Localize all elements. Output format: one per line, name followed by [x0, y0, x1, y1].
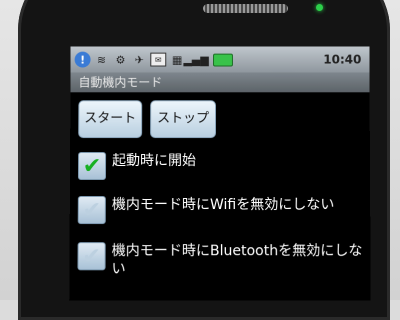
status-bar: ! ≋ ⚙ ✈ ✉ ▦ ▂▄▆ 10:40 — [70, 46, 370, 73]
option-start-on-boot[interactable]: ✔ 起動時に開始 — [77, 152, 362, 180]
signal-icon: ▂▄▆ — [183, 53, 209, 67]
app-title: 自動機内モード — [78, 75, 163, 90]
option-keep-bluetooth[interactable]: ✔ 機内モード時にBluetoothを無効にしない — [77, 242, 362, 278]
info-icon: ! — [74, 51, 91, 68]
start-button[interactable]: スタート — [78, 100, 143, 139]
wifi-icon: ≋ — [96, 53, 107, 67]
stop-button[interactable]: ストップ — [150, 100, 217, 139]
option-label: 起動時に開始 — [112, 153, 197, 170]
app-content: スタート ストップ ✔ 起動時に開始 ✔ 機内モード時にWifiを無効にしない … — [69, 92, 371, 301]
battery-icon — [213, 53, 233, 67]
earpiece-speaker — [203, 4, 288, 13]
usb-icon: ⚙ — [115, 53, 126, 67]
airplane-icon: ✈ — [134, 53, 144, 67]
checkbox-keep-bluetooth[interactable]: ✔ — [77, 242, 106, 271]
checkbox-keep-wifi[interactable]: ✔ — [77, 196, 106, 225]
option-keep-wifi[interactable]: ✔ 機内モード時にWifiを無効にしない — [77, 196, 363, 225]
phone-screen: ! ≋ ⚙ ✈ ✉ ▦ ▂▄▆ 10:40 自動機内モード スタート ストップ … — [69, 46, 371, 301]
status-clock: 10:40 — [323, 52, 362, 67]
notification-led — [316, 4, 323, 11]
app-title-bar: 自動機内モード — [70, 72, 370, 93]
checkbox-start-on-boot[interactable]: ✔ — [77, 152, 107, 180]
option-label: 機内モード時にBluetoothを無効にしない — [111, 243, 363, 278]
option-label: 機内モード時にWifiを無効にしない — [111, 197, 335, 214]
mail-icon: ✉ — [150, 52, 167, 67]
